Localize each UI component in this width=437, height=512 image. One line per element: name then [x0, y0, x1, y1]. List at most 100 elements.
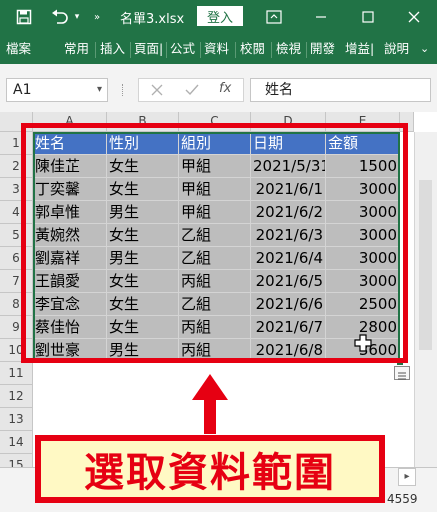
fill-handle[interactable] — [396, 358, 404, 366]
table-cell[interactable]: 甲組 — [179, 201, 251, 224]
table-header-cell[interactable]: 組別 — [179, 132, 251, 155]
table-header-cell[interactable]: 金額 — [326, 132, 400, 155]
tab-insert[interactable]: 插入 — [100, 41, 125, 57]
tab-data[interactable]: 資料 — [204, 41, 229, 57]
table-cell[interactable]: 3000 — [326, 270, 400, 293]
close-icon[interactable] — [403, 6, 425, 28]
table-cell[interactable]: 2021/6/8 — [251, 339, 326, 362]
table-cell[interactable]: 2021/6/2 — [251, 201, 326, 224]
table-cell[interactable]: 女生 — [107, 155, 179, 178]
save-icon[interactable] — [14, 6, 34, 28]
table-cell[interactable]: 丙組 — [179, 339, 251, 362]
login-button[interactable]: 登入 — [197, 6, 243, 26]
row-header[interactable]: 14 — [0, 431, 33, 454]
table-cell[interactable]: 黃婉然 — [33, 224, 107, 247]
tab-view[interactable]: 檢視 — [276, 41, 301, 57]
cancel-icon[interactable] — [151, 84, 163, 96]
tab-review[interactable]: 校閱 — [240, 41, 265, 57]
ribbon-display-options-icon[interactable] — [263, 6, 285, 28]
table-cell[interactable]: 1500 — [326, 155, 400, 178]
row-header[interactable]: 9 — [0, 316, 33, 339]
row-header[interactable]: 13 — [0, 408, 33, 431]
select-all-corner[interactable] — [0, 112, 33, 132]
column-header-d[interactable]: D — [251, 112, 326, 132]
expand-ribbon-icon[interactable]: ⌄ — [420, 41, 429, 57]
table-cell[interactable]: 3000 — [326, 224, 400, 247]
tab-home[interactable]: 常用 — [64, 41, 89, 57]
more-commands-icon[interactable]: » — [90, 6, 104, 28]
scrollbar-thumb[interactable] — [419, 180, 432, 350]
table-header-cell[interactable]: 日期 — [251, 132, 326, 155]
table-cell[interactable]: 2021/5/31 — [251, 155, 326, 178]
table-header-cell[interactable]: 姓名 — [33, 132, 107, 155]
row-header[interactable]: 2 — [0, 155, 33, 178]
table-cell[interactable]: 2500 — [326, 293, 400, 316]
name-box-dropdown-icon[interactable]: ▾ — [97, 79, 102, 101]
table-cell[interactable]: 男生 — [107, 339, 179, 362]
table-cell[interactable]: 2021/6/5 — [251, 270, 326, 293]
undo-dropdown-icon[interactable]: ▾ — [72, 6, 82, 28]
column-header-c[interactable]: C — [179, 112, 251, 132]
table-cell[interactable]: 王韻愛 — [33, 270, 107, 293]
tab-help[interactable]: 說明 — [384, 41, 409, 57]
table-cell[interactable]: 3000 — [326, 178, 400, 201]
table-cell[interactable]: 女生 — [107, 270, 179, 293]
tab-page-layout[interactable]: 頁面| — [134, 41, 163, 57]
table-cell[interactable]: 乙組 — [179, 293, 251, 316]
table-cell[interactable]: 乙組 — [179, 224, 251, 247]
tab-addins[interactable]: 增益| — [345, 41, 374, 57]
table-cell[interactable]: 甲組 — [179, 155, 251, 178]
table-cell[interactable]: 郭卓惟 — [33, 201, 107, 224]
table-cell[interactable]: 女生 — [107, 316, 179, 339]
table-cell[interactable]: 劉嘉祥 — [33, 247, 107, 270]
scroll-right-icon[interactable]: ▸ — [398, 468, 416, 486]
row-header[interactable]: 7 — [0, 270, 33, 293]
row-header[interactable]: 12 — [0, 385, 33, 408]
table-cell[interactable]: 2021/6/1 — [251, 178, 326, 201]
table-cell[interactable]: 2021/6/4 — [251, 247, 326, 270]
row-header[interactable]: 10 — [0, 339, 33, 362]
quick-analysis-icon[interactable] — [394, 366, 410, 380]
row-header[interactable]: 8 — [0, 293, 33, 316]
column-header-e[interactable]: E — [326, 112, 400, 132]
row-header[interactable]: 11 — [0, 362, 33, 385]
table-cell[interactable]: 蔡佳怡 — [33, 316, 107, 339]
table-cell[interactable]: 女生 — [107, 178, 179, 201]
column-header-b[interactable]: B — [107, 112, 179, 132]
column-header-a[interactable]: A — [33, 112, 107, 132]
table-header-cell[interactable]: 性別 — [107, 132, 179, 155]
column-header-f[interactable] — [400, 112, 414, 132]
vertical-scrollbar[interactable] — [414, 132, 437, 490]
table-cell[interactable]: 李宜念 — [33, 293, 107, 316]
minimize-icon[interactable] — [311, 6, 331, 28]
table-cell[interactable]: 陳佳芷 — [33, 155, 107, 178]
tab-file[interactable]: 檔案 — [6, 41, 31, 57]
row-header[interactable]: 6 — [0, 247, 33, 270]
table-cell[interactable]: 2021/6/7 — [251, 316, 326, 339]
tab-formulas[interactable]: 公式 — [170, 41, 195, 57]
enter-check-icon[interactable] — [185, 84, 199, 96]
maximize-icon[interactable] — [358, 6, 378, 28]
table-cell[interactable]: 劉世豪 — [33, 339, 107, 362]
tab-developer[interactable]: 開發 — [310, 41, 335, 57]
row-header[interactable]: 1 — [0, 132, 33, 155]
table-cell[interactable]: 女生 — [107, 293, 179, 316]
formula-input[interactable]: 姓名 — [250, 78, 431, 102]
name-box[interactable]: A1 ▾ — [6, 78, 108, 102]
row-header[interactable]: 3 — [0, 178, 33, 201]
table-cell[interactable]: 乙組 — [179, 247, 251, 270]
table-cell[interactable]: 丁奕馨 — [33, 178, 107, 201]
table-cell[interactable]: 丙組 — [179, 316, 251, 339]
table-cell[interactable]: 男生 — [107, 201, 179, 224]
table-cell[interactable]: 丙組 — [179, 270, 251, 293]
row-header[interactable]: 4 — [0, 201, 33, 224]
insert-function-icon[interactable]: fx — [219, 81, 231, 96]
table-cell[interactable]: 3000 — [326, 201, 400, 224]
row-header[interactable]: 5 — [0, 224, 33, 247]
table-cell[interactable]: 2021/6/6 — [251, 293, 326, 316]
table-cell[interactable]: 2021/6/3 — [251, 224, 326, 247]
table-cell[interactable]: 女生 — [107, 224, 179, 247]
undo-icon[interactable] — [48, 6, 72, 28]
table-cell[interactable]: 男生 — [107, 247, 179, 270]
table-cell[interactable]: 3000 — [326, 247, 400, 270]
